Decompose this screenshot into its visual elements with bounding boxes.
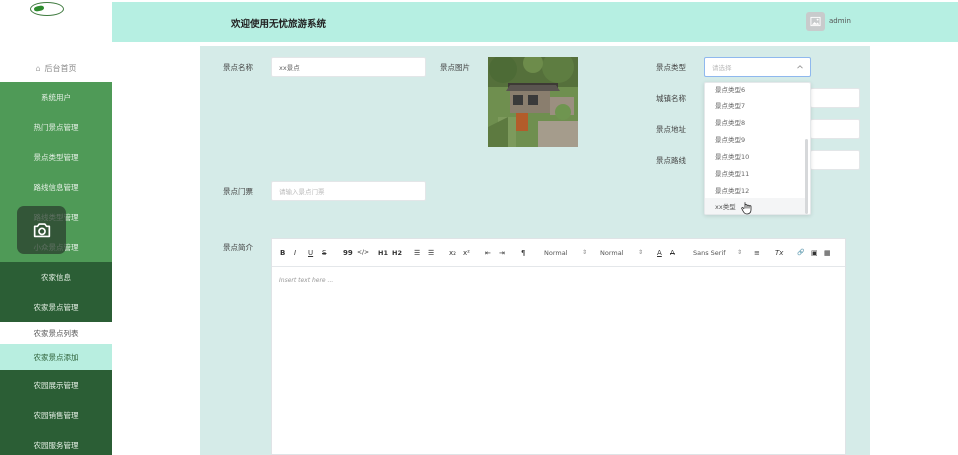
code-button[interactable]: </> [357, 247, 369, 259]
chevron-updown-icon: ⇕ [582, 249, 588, 256]
header-select[interactable]: Normal [600, 247, 624, 259]
dropdown-option-hovered[interactable]: xx类型 [705, 198, 805, 214]
screenshot-camera-button[interactable] [17, 206, 66, 254]
spot-image[interactable] [488, 57, 578, 147]
sidebar-item-spot-types[interactable]: 景点类型管理 [0, 142, 112, 172]
type-select[interactable]: 请选择 [704, 57, 811, 77]
font-color-button[interactable]: A [657, 247, 662, 259]
type-label: 景点类型 [656, 63, 686, 72]
superscript-button[interactable]: x² [463, 247, 470, 259]
sidebar-item-label: 景点类型管理 [33, 152, 79, 162]
type-dropdown: 景点类型6 景点类型7 景点类型8 景点类型9 景点类型10 景点类型11 景点… [704, 82, 811, 215]
sidebar-item-farm-display[interactable]: 农园展示管理 [0, 370, 112, 400]
sidebar-item-label: 系统用户 [41, 92, 71, 102]
dropdown-option[interactable]: 景点类型7 [705, 97, 805, 113]
background-color-button[interactable]: A [670, 247, 675, 259]
dropdown-option[interactable]: 景点类型11 [705, 165, 805, 181]
intro-editor: B I U S 99 </> H1 H2 ☰ ☰ x₂ x² ⇤ ⇥ ¶ Nor… [271, 238, 846, 455]
sidebar-home-label: 后台首页 [44, 63, 77, 73]
h1-button[interactable]: H1 [378, 247, 388, 259]
address-input[interactable] [810, 119, 860, 139]
spot-photo [488, 57, 578, 147]
image-placeholder-icon [810, 16, 821, 27]
sidebar-item-label: 农家景点添加 [33, 352, 79, 362]
blockquote-button[interactable]: 99 [343, 247, 353, 259]
chevron-up-icon [797, 65, 803, 69]
size-select[interactable]: Normal [544, 247, 568, 259]
strike-button[interactable]: S [322, 247, 326, 259]
indent-button[interactable]: ⇥ [499, 247, 505, 259]
sidebar-item-label: 农家信息 [41, 272, 71, 282]
sidebar-item-farm-service[interactable]: 农园服务管理 [0, 430, 112, 455]
route-input[interactable] [810, 150, 860, 170]
video-button[interactable]: ▦ [824, 247, 831, 259]
sidebar-item-label: 农园展示管理 [33, 380, 79, 390]
sidebar-item-label: 热门景点管理 [33, 122, 79, 132]
app-root: ⌂ 后台首页 系统用户 热门景点管理 景点类型管理 路线信息管理 路线类型管理 … [0, 0, 958, 455]
sidebar-item-farm-spots[interactable]: 农家景点管理 [0, 292, 112, 322]
page-title: 欢迎使用无忧旅游系统 [231, 19, 327, 30]
font-select[interactable]: Sans Serif [693, 247, 726, 259]
sidebar-home[interactable]: ⌂ 后台首页 [0, 58, 112, 78]
sidebar: ⌂ 后台首页 系统用户 热门景点管理 景点类型管理 路线信息管理 路线类型管理 … [0, 0, 112, 455]
type-select-placeholder: 请选择 [712, 64, 732, 72]
sidebar-item-label: 农园服务管理 [33, 440, 79, 450]
home-icon: ⌂ [35, 63, 41, 73]
top-header: 欢迎使用无忧旅游系统 admin [112, 2, 958, 42]
dropdown-option[interactable]: 景点类型9 [705, 131, 805, 147]
sidebar-item-farm-spot-add[interactable]: 农家景点添加 [0, 344, 112, 370]
sidebar-item-farm-info[interactable]: 农家信息 [0, 262, 112, 292]
bullet-list-button[interactable]: ☰ [428, 247, 434, 259]
user-name[interactable]: admin [829, 17, 851, 25]
logo [30, 2, 64, 16]
outdent-button[interactable]: ⇤ [485, 247, 491, 259]
align-button[interactable]: ≡ [754, 247, 760, 259]
image-label: 景点图片 [440, 63, 470, 72]
route-label: 景点路线 [656, 156, 686, 165]
image-button[interactable]: ▣ [811, 247, 818, 259]
clean-format-button[interactable]: Tx [775, 247, 783, 259]
dropdown-option[interactable]: 景点类型6 [705, 83, 805, 97]
underline-button[interactable]: U [308, 247, 313, 259]
ticket-label: 景点门票 [223, 187, 253, 196]
avatar[interactable] [806, 12, 825, 31]
dropdown-option[interactable]: 景点类型10 [705, 148, 805, 164]
dropdown-scrollbar[interactable] [805, 139, 808, 214]
text-direction-button[interactable]: ¶ [521, 247, 525, 259]
dropdown-option[interactable]: 景点类型12 [705, 182, 805, 198]
hand-cursor-icon [741, 202, 752, 215]
bold-button[interactable]: B [280, 247, 285, 259]
sidebar-item-label: 路线信息管理 [33, 182, 79, 192]
sidebar-item-system-users[interactable]: 系统用户 [0, 82, 112, 112]
city-input[interactable] [810, 88, 860, 108]
sidebar-item-label: 农园销售管理 [33, 410, 79, 420]
h2-button[interactable]: H2 [392, 247, 402, 259]
chevron-updown-icon: ⇕ [638, 249, 644, 256]
sidebar-item-farm-spot-list[interactable]: 农家景点列表 [0, 322, 112, 344]
dropdown-option[interactable]: 景点类型8 [705, 114, 805, 130]
name-input[interactable]: xx景点 [271, 57, 426, 77]
name-label: 景点名称 [223, 63, 253, 72]
ordered-list-button[interactable]: ☰ [414, 247, 420, 259]
sidebar-item-farm-sales[interactable]: 农园销售管理 [0, 400, 112, 430]
chevron-updown-icon: ⇕ [737, 249, 743, 256]
subscript-button[interactable]: x₂ [449, 247, 456, 259]
sidebar-item-label: 农家景点管理 [33, 302, 79, 312]
editor-toolbar: B I U S 99 </> H1 H2 ☰ ☰ x₂ x² ⇤ ⇥ ¶ Nor… [272, 239, 845, 267]
ticket-input[interactable]: 请输入景点门票 [271, 181, 426, 201]
sidebar-item-routes[interactable]: 路线信息管理 [0, 172, 112, 202]
sidebar-item-label: 农家景点列表 [33, 328, 79, 338]
sidebar-item-hot-spots[interactable]: 热门景点管理 [0, 112, 112, 142]
link-button[interactable]: 🔗 [797, 247, 804, 259]
city-label: 城镇名称 [656, 94, 686, 103]
intro-label: 景点简介 [223, 243, 253, 252]
camera-icon [33, 223, 50, 238]
italic-button[interactable]: I [294, 247, 296, 259]
editor-placeholder[interactable]: Insert text here ... [279, 277, 333, 284]
address-label: 景点地址 [656, 125, 686, 134]
